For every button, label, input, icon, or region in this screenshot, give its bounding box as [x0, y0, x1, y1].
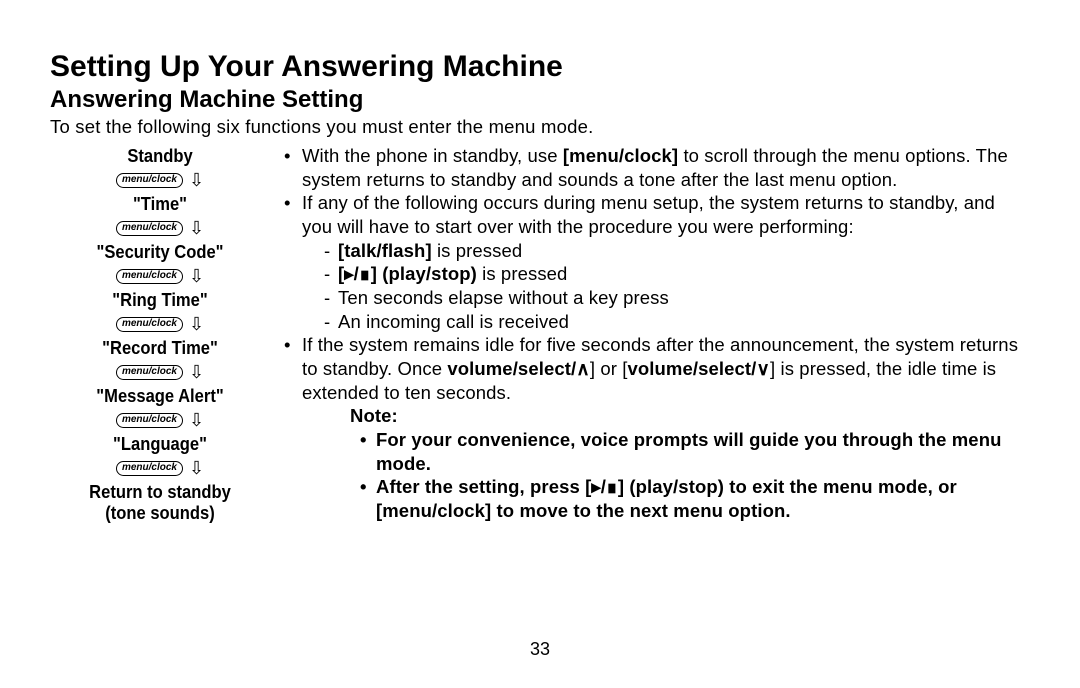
text: ] or [	[590, 358, 628, 379]
flow-step: "Record Time"	[59, 338, 261, 359]
note-item: For your convenience, voice prompts will…	[350, 428, 1030, 475]
key-label: volume/select/∨	[627, 358, 770, 379]
menu-clock-button-icon: menu/clock	[116, 269, 183, 284]
key-label: volume/select/∧	[447, 358, 590, 379]
page-title: Setting Up Your Answering Machine	[50, 50, 1030, 84]
flow-return-line2: (tone sounds)	[105, 503, 214, 523]
bullet-item: With the phone in standby, use [menu/clo…	[280, 144, 1030, 191]
body-content: With the phone in standby, use [menu/clo…	[270, 144, 1030, 523]
down-arrow-icon: ⇩	[189, 363, 204, 381]
flow-step: "Ring Time"	[59, 290, 261, 311]
flow-step: "Time"	[59, 194, 261, 215]
note-block: Note: For your convenience, voice prompt…	[280, 404, 1030, 522]
down-arrow-icon: ⇩	[189, 315, 204, 333]
text: is pressed	[477, 263, 568, 284]
text: With the phone in standby, use	[302, 145, 563, 166]
dash-item: Ten seconds elapse without a key press	[324, 286, 1030, 310]
bullet-item: If any of the following occurs during me…	[280, 191, 1030, 333]
flow-return: Return to standby (tone sounds)	[59, 482, 261, 523]
flow-arrow-row: menu/clock ⇩	[50, 171, 270, 189]
page-number: 33	[0, 639, 1080, 660]
flow-arrow-row: menu/clock ⇩	[50, 459, 270, 477]
down-arrow-icon: ⇩	[189, 219, 204, 237]
bullet-item: If the system remains idle for five seco…	[280, 333, 1030, 404]
flow-return-line1: Return to standby	[89, 482, 231, 502]
menu-clock-button-icon: menu/clock	[116, 317, 183, 332]
intro-text: To set the following six functions you m…	[50, 116, 1030, 138]
dash-item: [▸/∎] (play/stop) is pressed	[324, 262, 1030, 286]
flow-step: "Message Alert"	[59, 386, 261, 407]
menu-clock-button-icon: menu/clock	[116, 413, 183, 428]
down-arrow-icon: ⇩	[189, 171, 204, 189]
text: Ten seconds elapse without a key press	[338, 287, 669, 308]
flow-arrow-row: menu/clock ⇩	[50, 267, 270, 285]
note-label: Note:	[350, 404, 1030, 428]
flow-arrow-row: menu/clock ⇩	[50, 315, 270, 333]
key-label: [menu/clock]	[563, 145, 678, 166]
dash-item: [talk/flash] is pressed	[324, 239, 1030, 263]
flow-arrow-row: menu/clock ⇩	[50, 219, 270, 237]
flow-step: "Language"	[59, 434, 261, 455]
text: An incoming call is received	[338, 311, 569, 332]
down-arrow-icon: ⇩	[189, 267, 204, 285]
key-label: [▸/∎] (play/stop)	[338, 263, 477, 284]
dash-list: [talk/flash] is pressed [▸/∎] (play/stop…	[302, 239, 1030, 334]
down-arrow-icon: ⇩	[189, 411, 204, 429]
menu-clock-button-icon: menu/clock	[116, 365, 183, 380]
menu-clock-button-icon: menu/clock	[116, 461, 183, 476]
text: is pressed	[432, 240, 523, 261]
key-label: [talk/flash]	[338, 240, 432, 261]
section-subtitle: Answering Machine Setting	[50, 86, 1030, 114]
flow-step: "Security Code"	[59, 242, 261, 263]
menu-flow: Standby menu/clock ⇩ "Time" menu/clock ⇩…	[50, 144, 270, 523]
text: If any of the following occurs during me…	[302, 192, 995, 237]
content-columns: Standby menu/clock ⇩ "Time" menu/clock ⇩…	[50, 144, 1030, 523]
menu-clock-button-icon: menu/clock	[116, 221, 183, 236]
note-item: After the setting, press [▸/∎] (play/sto…	[350, 475, 1030, 522]
flow-arrow-row: menu/clock ⇩	[50, 411, 270, 429]
down-arrow-icon: ⇩	[189, 459, 204, 477]
dash-item: An incoming call is received	[324, 310, 1030, 334]
flow-step: Standby	[59, 146, 261, 167]
menu-clock-button-icon: menu/clock	[116, 173, 183, 188]
flow-arrow-row: menu/clock ⇩	[50, 363, 270, 381]
